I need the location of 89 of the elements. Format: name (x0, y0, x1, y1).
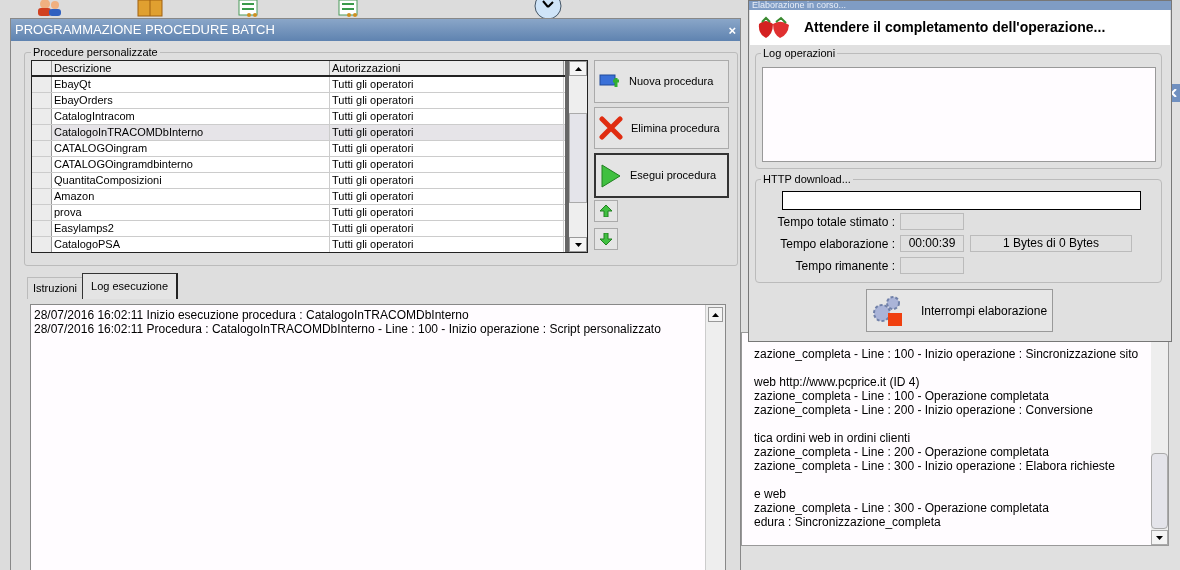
table-row[interactable]: CATALOGOingram Tutti gli operatori (32, 141, 565, 157)
table-row[interactable]: CatalogIntracom Tutti gli operatori (32, 109, 565, 125)
group-title: Log operazioni (761, 46, 838, 60)
table-cell: Tutti gli operatori (330, 237, 564, 252)
table-row[interactable]: QuantitaComposizioni Tutti gli operatori (32, 173, 565, 189)
time-field (900, 257, 964, 274)
scrollbar-thumb[interactable] (569, 113, 587, 203)
wait-message: Attendere il completamento dell'operazione... (804, 18, 1106, 37)
table-row[interactable]: CatalogoPSA Tutti gli operatori (32, 237, 565, 252)
log-line: edura : Sincronizzazione_completa (754, 515, 942, 529)
table-cell: Tutti gli operatori (330, 125, 564, 140)
play-icon (600, 162, 622, 189)
up-arrow-icon (574, 66, 582, 71)
table-cell: EbayOrders (52, 93, 330, 108)
procedure-button[interactable]: Nuova procedura (594, 60, 729, 103)
gears-stop-icon (871, 294, 903, 327)
table-cell: Easylamps2 (52, 221, 330, 236)
table-row[interactable]: CatalogoInTRACOMDbInterno Tutti gli operatori (32, 125, 565, 141)
table-cell: prova (52, 205, 330, 220)
tab[interactable]: Istruzioni (27, 277, 83, 299)
delete-icon (599, 116, 623, 140)
table-cell: Tutti gli operatori (330, 157, 564, 172)
scroll-down-button[interactable] (1151, 530, 1168, 545)
table-row[interactable]: Easylamps2 Tutti gli operatori (32, 221, 565, 237)
down-arrow-icon (600, 233, 612, 245)
table-cell: CatalogIntracom (52, 109, 330, 124)
down-arrow-icon (574, 242, 582, 247)
up-arrow-icon (712, 312, 719, 317)
procedure-button[interactable]: Esegui procedura (594, 153, 729, 198)
group-title: HTTP download... (761, 172, 853, 186)
table-cell: EbayQt (52, 77, 330, 92)
log-line: zazione_completa - Line : 100 - Inizio operazione : Sincronizzazione sito (754, 347, 1140, 361)
log-line: web http://www.pcprice.it (ID 4) (754, 375, 921, 389)
up-arrow-icon (600, 205, 612, 217)
strawberry-icon (756, 15, 792, 40)
scroll-up-button[interactable] (569, 61, 587, 76)
table-cell: Tutti gli operatori (330, 205, 564, 220)
table-cell: Amazon (52, 189, 330, 204)
table-cell: QuantitaComposizioni (52, 173, 330, 188)
procedure-button[interactable]: Elimina procedura (594, 107, 729, 149)
log-line: zazione_completa - Line : 300 - Operazione completata (754, 501, 1050, 515)
log-line: zazione_completa - Line : 200 - Inizio operazione : Conversione (754, 403, 1094, 417)
people-icon[interactable] (37, 0, 63, 16)
table-row[interactable]: EbayQt Tutti gli operatori (32, 77, 565, 93)
scroll-down-button[interactable] (569, 237, 587, 252)
table-cell: CATALOGOingram (52, 141, 330, 156)
tab[interactable]: Log esecuzione (82, 273, 179, 299)
table-row[interactable]: Amazon Tutti gli operatori (32, 189, 565, 205)
log-line: zazione_completa - Line : 200 - Operazione completata (754, 445, 1050, 459)
field-label: Tempo rimanente : (794, 257, 896, 275)
bytes-field: 1 Bytes di 0 Bytes (970, 235, 1132, 252)
time-field: 00:00:39 (900, 235, 964, 252)
window-title: Elaborazione in corso... (752, 1, 847, 10)
table-row[interactable]: CATALOGOingramdbinterno Tutti gli operatori (32, 157, 565, 173)
table-cell: Tutti gli operatori (330, 109, 564, 124)
table-row[interactable]: prova Tutti gli operatori (32, 205, 565, 221)
scroll-up-button[interactable] (708, 307, 723, 322)
chevron-left-icon (1171, 89, 1177, 97)
table-cell: Tutti gli operatori (330, 77, 564, 92)
field-label: Tempo totale stimato : (776, 213, 896, 231)
down-arrow-icon (1156, 535, 1163, 540)
log-line: e web (754, 487, 788, 501)
box-icon[interactable] (136, 0, 164, 17)
table-cell: CatalogoInTRACOMDbInterno (52, 125, 330, 140)
table-cell: CATALOGOingramdbinterno (52, 157, 330, 172)
scrollbar-thumb[interactable] (1151, 453, 1168, 529)
log-line: 28/07/2016 16:02:11 Procedura : CatalogoInTRACOMDbInterno - Line : 100 - Inizio operazione : Script personalizzato (34, 322, 662, 336)
log-line: zazione_completa - Line : 100 - Operazione completata (754, 389, 1050, 403)
scrollbar[interactable] (565, 61, 587, 252)
group-title: Procedure personalizzate (31, 45, 160, 59)
table-cell: CatalogoPSA (52, 237, 330, 252)
log-line: 28/07/2016 16:02:11 Inizio esecuzione procedura : CatalogoInTRACOMDbInterno (34, 308, 470, 322)
window-title: PROGRAMMAZIONE PROCEDURE BATCH (15, 21, 275, 40)
log-line: zazione_completa - Line : 300 - Inizio operazione : Elabora richieste (754, 459, 1116, 473)
log-line: tica ordini web in ordini clienti (754, 431, 912, 445)
move-up-button[interactable] (594, 200, 618, 222)
table-cell: Tutti gli operatori (330, 93, 564, 108)
move-down-button[interactable] (594, 228, 618, 250)
table-row[interactable]: EbayOrders Tutti gli operatori (32, 93, 565, 109)
column-header[interactable]: Autorizzazioni (330, 61, 564, 75)
field-label: Tempo elaborazione : (779, 235, 896, 253)
table-cell: Tutti gli operatori (330, 141, 564, 156)
table-cell: Tutti gli operatori (330, 189, 564, 204)
column-header[interactable]: Descrizione (52, 61, 330, 75)
time-field (900, 213, 964, 230)
stop-button[interactable]: Interrompi elaborazione (866, 289, 1053, 332)
table-cell: Tutti gli operatori (330, 173, 564, 188)
clock-icon[interactable] (533, 0, 563, 18)
table-cell: Tutti gli operatori (330, 221, 564, 236)
